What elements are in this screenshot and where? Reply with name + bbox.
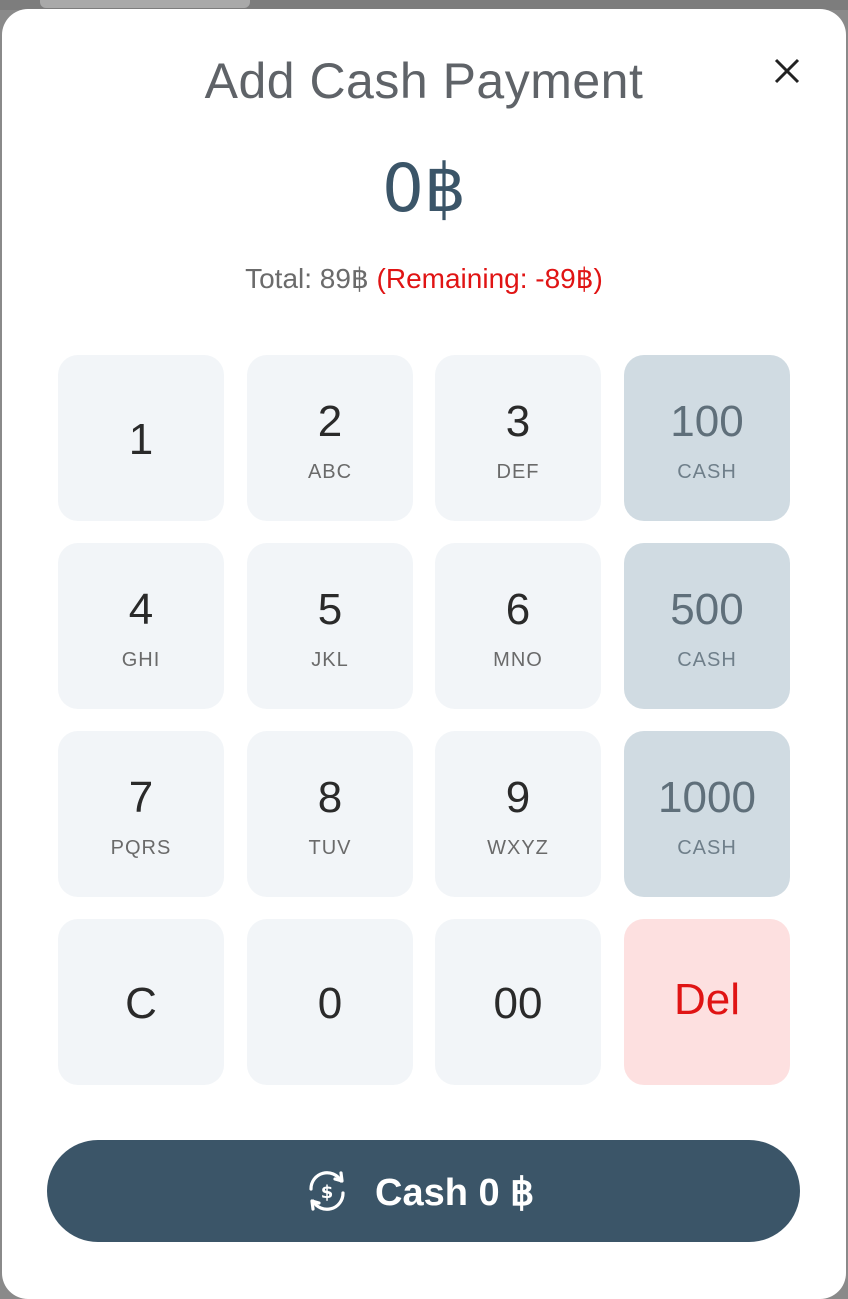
key-digit: 3	[505, 397, 531, 446]
key-digit: 100	[670, 397, 744, 446]
key-digit: 4	[128, 585, 154, 634]
key-letters: CASH	[677, 649, 737, 671]
key-letters: CASH	[677, 837, 737, 859]
remaining-label: (Remaining: -89฿)	[376, 263, 603, 294]
key-0[interactable]: 0	[247, 919, 413, 1085]
background-tab-shape	[40, 0, 250, 8]
key-cash-100[interactable]: 100 CASH	[624, 355, 790, 521]
key-clear[interactable]: C	[58, 919, 224, 1085]
key-7[interactable]: 7 PQRS	[58, 731, 224, 897]
key-letters: ABC	[307, 461, 353, 483]
close-icon	[774, 58, 800, 84]
key-4[interactable]: 4 GHI	[58, 543, 224, 709]
key-letters: TUV	[308, 837, 352, 859]
key-2[interactable]: 2 ABC	[247, 355, 413, 521]
key-letters: CASH	[677, 461, 737, 483]
key-letters: MNO	[493, 649, 543, 671]
key-digit: 1000	[658, 773, 756, 822]
key-digit: 1	[128, 415, 154, 464]
amount-display: 0฿	[382, 150, 466, 227]
key-digit: C	[125, 979, 157, 1028]
key-5[interactable]: 5 JKL	[247, 543, 413, 709]
key-digit: 6	[505, 585, 531, 634]
key-9[interactable]: 9 WXYZ	[435, 731, 601, 897]
key-letters: GHI	[121, 649, 161, 671]
cash-exchange-icon: $	[309, 1171, 345, 1211]
key-letters: DEF	[496, 461, 540, 483]
dialog-title: Add Cash Payment	[204, 53, 644, 109]
total-label: Total: 89฿	[245, 263, 369, 294]
key-6[interactable]: 6 MNO	[435, 543, 601, 709]
key-digit: 9	[505, 773, 531, 822]
close-button[interactable]	[766, 50, 808, 92]
key-digit: 00	[493, 979, 543, 1028]
key-digit: 7	[128, 773, 154, 822]
key-1[interactable]: 1	[58, 355, 224, 521]
key-delete[interactable]: Del	[624, 919, 790, 1085]
key-digit: 0	[317, 979, 343, 1028]
key-cash-500[interactable]: 500 CASH	[624, 543, 790, 709]
key-letters: PQRS	[110, 837, 172, 859]
key-cash-1000[interactable]: 1000 CASH	[624, 731, 790, 897]
total-summary: Total: 89฿ (Remaining: -89฿)	[0, 262, 848, 295]
key-letters: WXYZ	[487, 837, 549, 859]
cash-submit-label: Cash 0 ฿	[375, 1172, 535, 1214]
key-3[interactable]: 3 DEF	[435, 355, 601, 521]
key-digit: 8	[317, 773, 343, 822]
key-00[interactable]: 00	[435, 919, 601, 1085]
cash-submit-button[interactable]: $ Cash 0 ฿	[47, 1140, 800, 1242]
key-digit: Del	[673, 975, 741, 1024]
svg-text:$: $	[321, 1182, 334, 1203]
key-8[interactable]: 8 TUV	[247, 731, 413, 897]
key-digit: 5	[317, 585, 343, 634]
key-digit: 500	[670, 585, 744, 634]
key-letters: JKL	[311, 649, 349, 671]
key-digit: 2	[317, 397, 343, 446]
